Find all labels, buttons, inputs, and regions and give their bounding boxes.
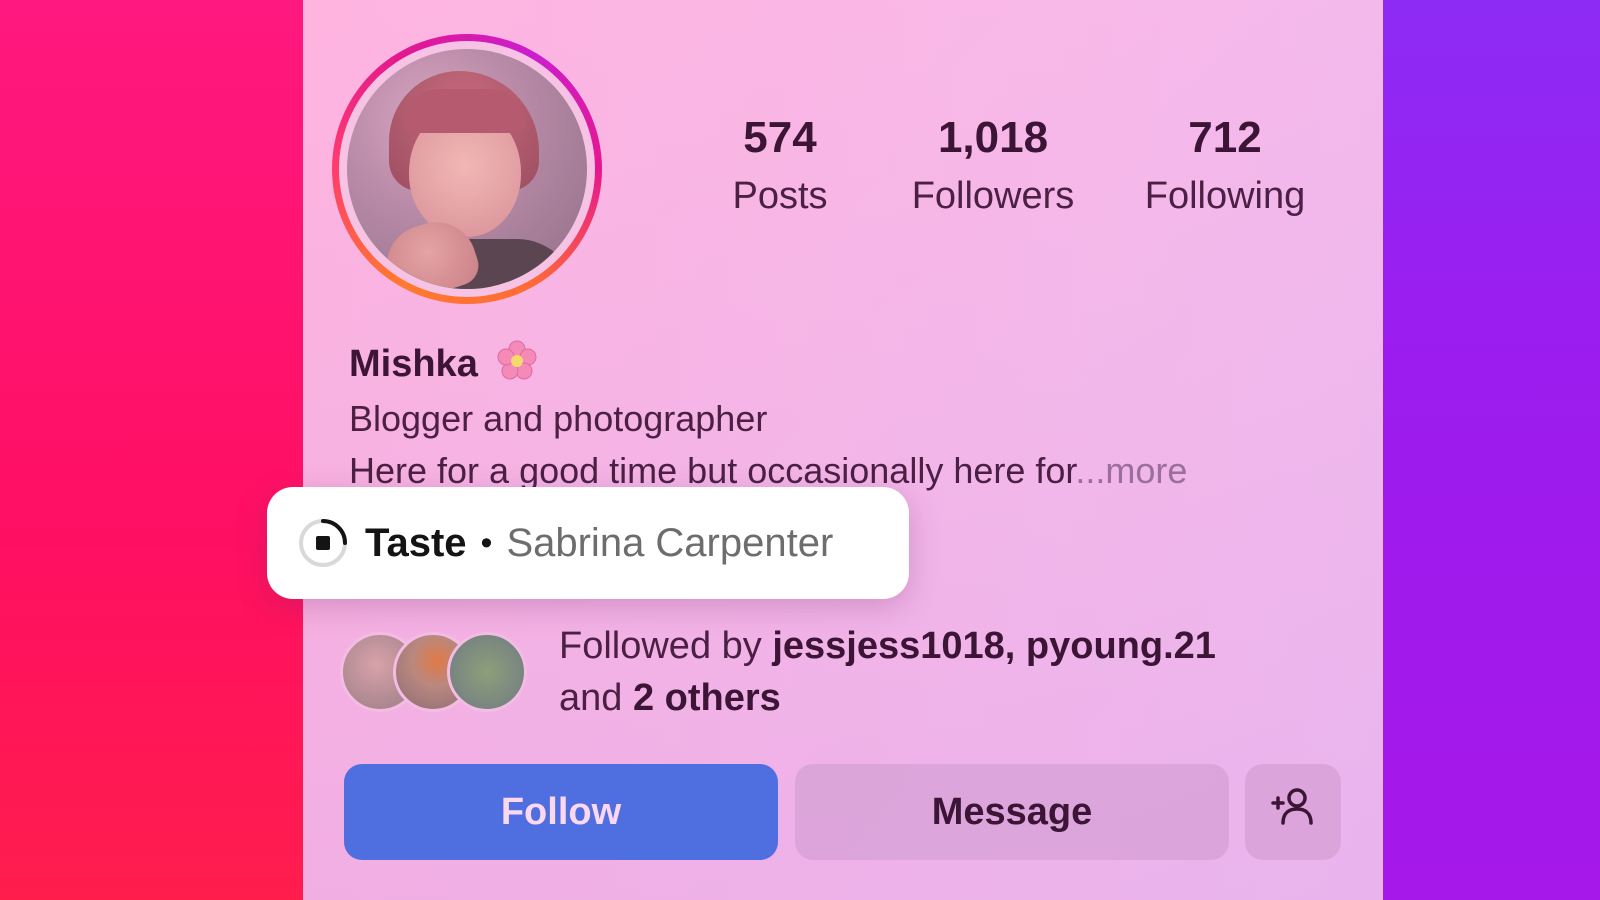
stat-value: 574	[743, 113, 817, 162]
profile-name-row: Mishka	[349, 334, 538, 386]
stat-value: 1,018	[937, 113, 1049, 162]
stat-followers[interactable]: 1,018 Followers	[888, 110, 1098, 226]
bio-line-2: Here for a good time but occasionally he…	[349, 450, 1187, 492]
followed-others: 2 others	[632, 677, 781, 719]
bio-text: Here for a good time but occasionally he…	[349, 450, 1076, 491]
bio-more-link[interactable]: ...more	[1075, 450, 1187, 491]
music-note-icon	[297, 517, 349, 569]
music-title: Taste	[365, 520, 467, 565]
follow-button[interactable]: Follow	[344, 764, 778, 860]
stat-label: Followers	[911, 175, 1075, 217]
background-left	[0, 0, 304, 900]
background-right	[1382, 0, 1600, 900]
music-artist: Sabrina Carpenter	[506, 520, 834, 565]
avatar-photo	[347, 49, 587, 289]
profile-avatar[interactable]	[332, 34, 602, 304]
add-person-icon	[1267, 781, 1319, 843]
music-separator: •	[480, 523, 493, 562]
profile-name: Mishka	[349, 343, 478, 385]
stat-label: Following	[1144, 175, 1306, 217]
flower-emoji-icon	[496, 340, 538, 382]
followed-by-text[interactable]: Followed by jessjess1018, pyoung.21 and …	[559, 620, 1216, 724]
music-chip[interactable]: Taste • Sabrina Carpenter	[267, 487, 909, 599]
stat-posts[interactable]: 574 Posts	[700, 110, 860, 226]
followed-prefix: Followed by	[559, 625, 762, 667]
bio-line-1: Blogger and photographer	[349, 398, 768, 439]
stat-label: Posts	[732, 175, 828, 217]
followed-users: jessjess1018, pyoung.21	[772, 625, 1216, 667]
follower-avatar[interactable]	[447, 632, 527, 712]
add-user-button[interactable]	[1245, 764, 1341, 860]
stat-value: 712	[1188, 113, 1262, 162]
stat-following[interactable]: 712 Following	[1125, 110, 1325, 226]
message-button[interactable]: Message	[795, 764, 1229, 860]
followed-and: and	[559, 677, 623, 719]
